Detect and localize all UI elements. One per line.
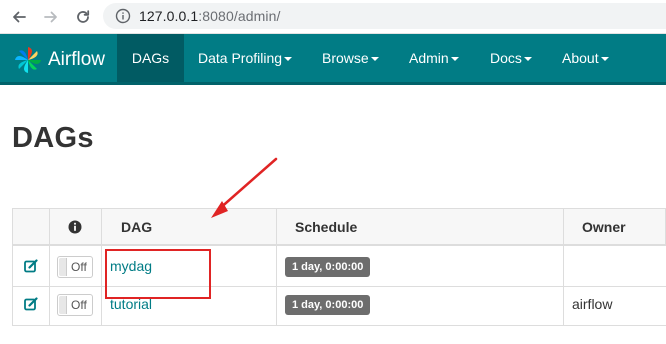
- annotation-arrow-icon: [211, 157, 278, 218]
